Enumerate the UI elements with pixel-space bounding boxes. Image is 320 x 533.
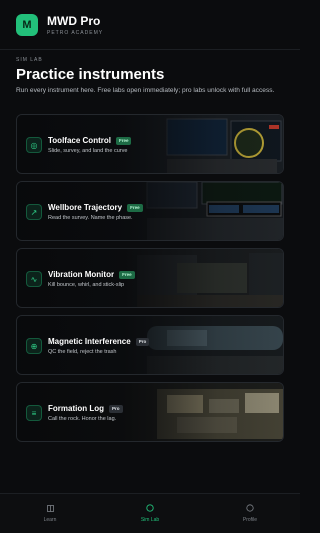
card-title-row: Vibration Monitor Free <box>48 270 135 279</box>
instrument-card-toolface-control[interactable]: ◎ Toolface Control Free Slide, survey, a… <box>16 114 284 174</box>
tab-profile[interactable]: Profile <box>200 494 300 533</box>
app-header: M MWD Pro PETRO ACADEMY <box>0 0 300 50</box>
free-badge: Free <box>115 136 132 145</box>
card-subtitle: Kill bounce, whirl, and stick-slip <box>48 282 125 288</box>
card-subtitle: Read the survey. Name the phase. <box>48 215 133 221</box>
free-badge: Free <box>127 203 143 212</box>
bottom-tab-bar: Learn Sim Lab Profile <box>0 493 300 533</box>
instrument-card-wellbore-trajectory[interactable]: ↗ Wellbore Trajectory Free Read the surv… <box>16 181 284 241</box>
card-text: Toolface Control Free Slide, survey, and… <box>48 136 132 154</box>
card-title-row: Magnetic Interference Pro <box>48 337 150 346</box>
brand: MWD Pro PETRO ACADEMY <box>47 14 103 36</box>
card-text: Magnetic Interference Pro QC the field, … <box>48 337 150 355</box>
sim-lab-icon <box>146 504 154 512</box>
card-title-row: Formation Log Pro <box>48 404 123 413</box>
card-title-row: Wellbore Trajectory Free <box>48 203 143 212</box>
card-title: Magnetic Interference <box>48 337 131 346</box>
card-text: Vibration Monitor Free Kill bounce, whir… <box>48 270 135 288</box>
trajectory-arrow-icon: ↗ <box>26 204 42 220</box>
book-icon <box>46 504 54 512</box>
tab-label: Learn <box>43 517 57 523</box>
app-logo: M <box>16 13 38 36</box>
page-title: Practice instruments <box>16 66 165 83</box>
free-badge: Free <box>119 270 135 279</box>
tab-learn[interactable]: Learn <box>0 494 100 533</box>
card-title-row: Toolface Control Free <box>48 136 132 145</box>
target-icon: ◎ <box>26 137 42 153</box>
crosshair-icon: ⊕ <box>26 338 42 354</box>
app-subtitle: PETRO ACADEMY <box>47 29 104 36</box>
card-subtitle: Slide, survey, and land the curve <box>48 148 128 154</box>
instrument-card-magnetic-interference[interactable]: ⊕ Magnetic Interference Pro QC the field… <box>16 315 284 375</box>
wave-icon: ∿ <box>26 271 42 287</box>
instrument-card-vibration-monitor[interactable]: ∿ Vibration Monitor Free Kill bounce, wh… <box>16 248 284 308</box>
card-title: Wellbore Trajectory <box>48 203 123 212</box>
profile-icon <box>246 504 254 512</box>
tab-label: Sim Lab <box>140 517 160 523</box>
tab-sim-lab[interactable]: Sim Lab <box>100 494 200 533</box>
card-text: Wellbore Trajectory Free Read the survey… <box>48 203 143 221</box>
pro-badge: Pro <box>135 337 150 346</box>
card-text: Formation Log Pro Call the rock. Honor t… <box>48 404 123 422</box>
page-description: Run every instrument here. Free labs ope… <box>16 87 275 94</box>
card-title: Toolface Control <box>48 136 111 145</box>
app-title: MWD Pro <box>47 13 101 28</box>
log-lines-icon: ≡ <box>26 405 42 421</box>
card-title: Formation Log <box>48 404 104 413</box>
instrument-card-formation-log[interactable]: ≡ Formation Log Pro Call the rock. Honor… <box>16 382 284 442</box>
card-subtitle: Call the rock. Honor the lag. <box>48 416 117 422</box>
section-kicker: SIM LAB <box>16 57 43 63</box>
pro-badge: Pro <box>109 404 123 413</box>
tab-label: Profile <box>242 517 258 523</box>
card-subtitle: QC the field, reject the trash <box>48 349 117 355</box>
card-title: Vibration Monitor <box>48 270 115 279</box>
